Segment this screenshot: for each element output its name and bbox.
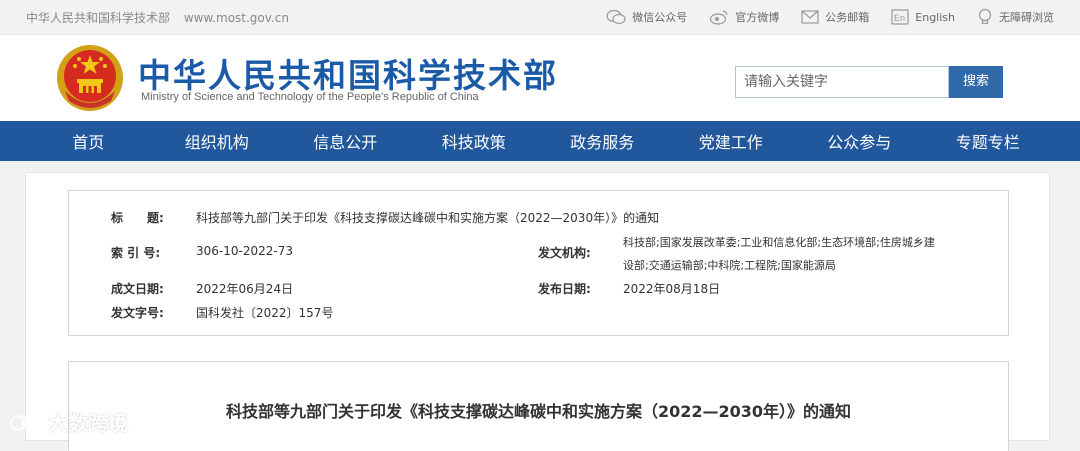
mail-label: 公务邮箱 — [825, 11, 870, 24]
document-metadata: 标 题: 科技部等九部门关于印发《科技支撑碳达峰碳中和实施方案（2022—203… — [68, 190, 1009, 336]
written-date-label: 成文日期: — [111, 282, 164, 296]
issuer-value-line2: 设部;交通运输部;中科院;工程院;国家能源局 — [623, 259, 836, 272]
nav-item-info-disclosure[interactable]: 信息公开 — [281, 129, 410, 153]
watermark: 大数跨境 — [8, 407, 128, 436]
svg-text:En: En — [894, 13, 905, 23]
mail-icon — [801, 10, 819, 24]
accessibility-icon — [978, 8, 992, 25]
watermark-logo-icon — [10, 412, 45, 431]
watermark-text: 大数跨境 — [48, 411, 128, 435]
topbar-site-url[interactable]: www.most.gov.cn — [184, 11, 289, 25]
mail-link[interactable]: 公务邮箱 — [801, 9, 869, 25]
topbar-links: 微信公众号 官方微博 公务邮箱 En English 无障碍浏览 — [584, 8, 1054, 26]
wechat-link[interactable]: 微信公众号 — [606, 9, 687, 25]
site-header: 中华人民共和国科学技术部 Ministry of Science and Tec… — [0, 35, 1080, 121]
nav-item-organization[interactable]: 组织机构 — [153, 129, 282, 153]
published-date-label: 发布日期: — [538, 282, 591, 296]
nav-item-party-building[interactable]: 党建工作 — [667, 129, 796, 153]
wechat-label: 微信公众号 — [632, 11, 688, 24]
doc-number-label: 发文字号: — [111, 306, 164, 320]
nav-item-policy[interactable]: 科技政策 — [410, 129, 539, 153]
site-subtitle: Ministry of Science and Technology of th… — [141, 91, 479, 103]
accessibility-label: 无障碍浏览 — [999, 11, 1054, 24]
title-value: 科技部等九部门关于印发《科技支撑碳达峰碳中和实施方案（2022—2030年）》的… — [196, 211, 660, 225]
nav-item-public-participation[interactable]: 公众参与 — [795, 129, 924, 153]
nav-item-home[interactable]: 首页 — [24, 129, 153, 153]
search-button[interactable]: 搜索 — [949, 66, 1003, 98]
topbar-site-name: 中华人民共和国科学技术部 — [26, 10, 171, 25]
nav-item-special-topics[interactable]: 专题专栏 — [924, 129, 1053, 153]
doc-number-value: 国科发社〔2022〕157号 — [196, 306, 334, 320]
content-area: 标 题: 科技部等九部门关于印发《科技支撑碳达峰碳中和实施方案（2022—203… — [25, 172, 1050, 451]
site-title: 中华人民共和国科学技术部 — [138, 56, 558, 95]
issuer-value-line1: 科技部;国家发展改革委;工业和信息化部;生态环境部;住房城乡建 — [623, 236, 935, 249]
national-emblem-icon[interactable] — [55, 43, 125, 113]
issuer-label: 发文机构: — [538, 246, 591, 260]
wechat-icon — [606, 9, 626, 25]
article-title: 科技部等九部门关于印发《科技支撑碳达峰碳中和实施方案（2022—2030年）》的… — [225, 402, 852, 421]
weibo-link[interactable]: 官方微博 — [709, 9, 779, 25]
search-input[interactable]: 请输入关键字 — [735, 66, 949, 98]
main-nav: 首页 组织机构 信息公开 科技政策 政务服务 党建工作 公众参与 专题专栏 — [0, 121, 1080, 161]
english-label: English — [915, 10, 955, 24]
top-utility-bar: 中华人民共和国科学技术部 www.most.gov.cn 微信公众号 官方微博 … — [0, 0, 1080, 35]
index-value: 306-10-2022-73 — [196, 244, 293, 258]
english-icon: En — [891, 9, 909, 25]
english-link[interactable]: En English — [891, 9, 955, 25]
index-label: 索 引 号: — [111, 246, 161, 260]
title-label: 标 题: — [111, 211, 164, 225]
topbar-left: 中华人民共和国科学技术部 www.most.gov.cn — [26, 9, 299, 26]
weibo-label: 官方微博 — [735, 11, 780, 24]
written-date-value: 2022年06月24日 — [196, 282, 294, 296]
published-date-value: 2022年08月18日 — [623, 282, 721, 296]
weibo-icon — [710, 10, 728, 25]
nav-item-services[interactable]: 政务服务 — [538, 129, 667, 153]
article-container: 科技部等九部门关于印发《科技支撑碳达峰碳中和实施方案（2022—2030年）》的… — [68, 361, 1009, 451]
accessibility-link[interactable]: 无障碍浏览 — [977, 8, 1054, 26]
